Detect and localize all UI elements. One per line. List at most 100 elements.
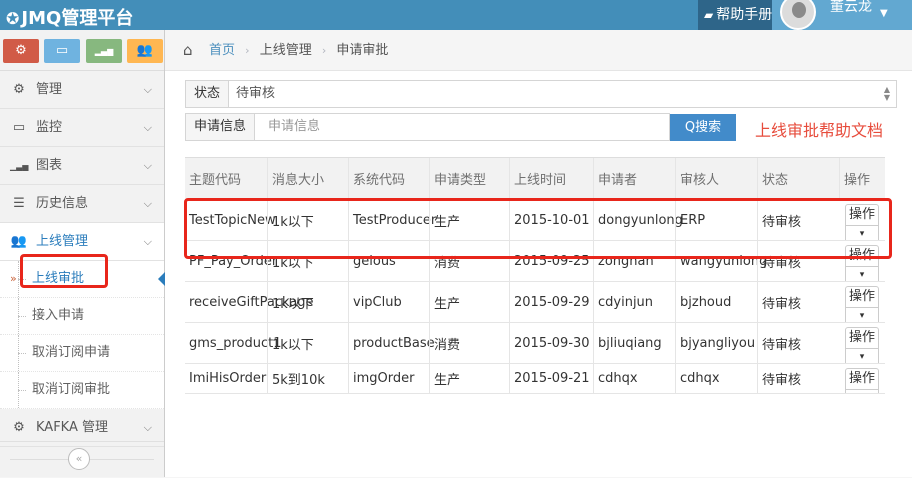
operation-dropdown-button[interactable]: 操作▾ [845, 286, 879, 322]
table-cell: bjliuqiang [593, 323, 675, 363]
sidebar-item-charts[interactable]: ▁▃▅ 图表 ⌵ [0, 147, 164, 185]
sidebar-shortcuts: ⚙ ▭ ▂▄▆ 👥 [0, 30, 164, 71]
table-cell: 2015-09-30 [509, 323, 593, 363]
sidebar-subitem-unsubscribe-approval[interactable]: 取消订阅审批 [0, 372, 164, 409]
sidebar-item-manage[interactable]: ⚙ 管理 ⌵ [0, 71, 164, 109]
table-cell: cdhqx [593, 364, 675, 393]
breadcrumb-level1[interactable]: 上线管理 [260, 43, 312, 58]
table-cell: 1k以下 [267, 282, 348, 322]
operation-label[interactable]: 操作 [846, 328, 878, 349]
caret-down-icon[interactable]: ▾ [846, 267, 878, 281]
sidebar-item-monitor[interactable]: ▭ 监控 ⌵ [0, 109, 164, 147]
chart-shortcut-button[interactable]: ▂▄▆ [86, 39, 122, 63]
table-cell: 1k以下 [267, 323, 348, 363]
table-row[interactable]: receiveGiftPackage 1k以下 vipClub 生产 2015-09-2… [185, 282, 885, 323]
chevron-down-icon: ⌵ [143, 197, 152, 210]
operation-label[interactable]: 操作 [846, 287, 878, 308]
operation-dropdown-button[interactable]: 操作▾ [845, 204, 879, 240]
users-shortcut-button[interactable]: 👥 [127, 39, 163, 63]
table-cell: 1k以下 [267, 241, 348, 281]
home-icon[interactable]: ⌂ [183, 30, 193, 71]
table-cell: 待审核 [757, 323, 839, 363]
column-header[interactable]: 消息大小 [267, 158, 348, 199]
breadcrumb: ⌂ 首页 › 上线管理 › 申请审批 [165, 30, 912, 71]
sidebar-item-label: 上线管理 [36, 234, 89, 249]
caret-down-icon[interactable]: ▾ [846, 226, 878, 240]
breadcrumb-current: 申请审批 [336, 43, 389, 58]
status-select[interactable]: 状态 待审核 ▲ ▼ [185, 80, 897, 108]
table-cell: dongyunlong [593, 200, 683, 240]
settings-shortcut-button[interactable]: ⚙ [3, 39, 39, 63]
sidebar-subitem-unsubscribe-request[interactable]: 取消订阅申请 [0, 335, 164, 372]
sidebar-item-online-management[interactable]: 👥 上线管理 ⌵ [0, 223, 164, 261]
operation-label[interactable]: 操作 [846, 205, 878, 226]
bar-chart-icon: ▂▄▆ [94, 47, 114, 56]
sidebar-subitem-label: 取消订阅申请 [32, 345, 111, 360]
operation-dropdown-button[interactable]: 操作▾ [845, 245, 879, 281]
caret-down-icon[interactable]: ▾ [846, 349, 878, 363]
monitor-icon: ▭ [55, 43, 69, 58]
table-cell: 5k到10k [267, 364, 348, 393]
table-cell: 消费 [429, 323, 509, 363]
signal-icon: ▁▃▅ [10, 162, 29, 171]
select-arrows-icon: ▲ ▼ [883, 85, 890, 102]
caret-down-icon[interactable]: ▾ [846, 308, 878, 322]
table-row[interactable]: PF_Pay_Order 1k以下 geious 消费 2015-09-25 zongna… [185, 241, 885, 282]
user-name: 董云龙 [830, 0, 872, 15]
table-cell: ERP [675, 200, 757, 240]
sidebar-item-history[interactable]: ☰ 历史信息 ⌵ [0, 185, 164, 223]
column-header[interactable]: 审核人 [675, 158, 757, 199]
table-header-row: 主题代码 消息大小 系统代码 申请类型 上线时间 申请者 审核人 状态 操作 [185, 157, 885, 200]
table-cell: TestTopicNew [189, 212, 276, 228]
monitor-shortcut-button[interactable]: ▭ [44, 39, 80, 63]
chevron-down-icon: ▼ [880, 8, 888, 19]
column-header[interactable]: 上线时间 [509, 158, 593, 199]
operation-label[interactable]: 操作 [846, 246, 878, 267]
operation-dropdown-button[interactable]: 操作▾ [845, 368, 879, 393]
table-cell: 待审核 [757, 282, 839, 322]
sidebar-item-label: 管理 [36, 82, 63, 97]
search-button[interactable]: Q搜索 [670, 114, 736, 141]
sidebar-item-label: KAFKA 管理 [36, 420, 108, 435]
table-cell: 待审核 [757, 200, 839, 240]
table-cell: PF_Pay_Order [189, 253, 278, 269]
operation-dropdown-button[interactable]: 操作▾ [845, 327, 879, 363]
user-menu[interactable]: 董云龙 ▼ [772, 0, 912, 30]
sidebar-subitem-label: 接入申请 [32, 308, 85, 323]
apply-info-input[interactable]: 申请信息 [268, 114, 320, 140]
column-header[interactable]: 申请类型 [429, 158, 509, 199]
sidebar-subitem-access-request[interactable]: 接入申请 [0, 298, 164, 335]
apply-info-label: 申请信息 [186, 114, 256, 140]
table-row[interactable]: gms_product1 1k以下 productBase 消费 2015-09-30 b… [185, 323, 885, 364]
table-cell: zongnan [593, 241, 675, 281]
table-row[interactable]: ImiHisOrder 5k到10k imgOrder 生产 2015-09-21 cdh… [185, 364, 885, 394]
breadcrumb-home-link[interactable]: 首页 [209, 43, 235, 58]
table-cell: 2015-09-25 [509, 241, 593, 281]
app-brand[interactable]: ✪ JMQ管理平台 [6, 4, 133, 30]
sidebar-item-label: 监控 [36, 120, 63, 135]
table-cell: gms_product1 [189, 335, 282, 351]
column-header[interactable]: 主题代码 [185, 158, 267, 199]
avatar [780, 0, 816, 30]
table-cell: ImiHisOrder [189, 371, 267, 386]
sidebar-subitem-label: 上线审批 [32, 271, 85, 286]
column-header[interactable]: 申请者 [593, 158, 675, 199]
apply-info-field[interactable]: 申请信息 申请信息 [185, 113, 670, 141]
table-body: TestTopicNew 1k以下 TestProducer 生产 2015-10-01… [185, 200, 885, 394]
caret-down-icon[interactable]: ▾ [846, 390, 878, 393]
table-row[interactable]: TestTopicNew 1k以下 TestProducer 生产 2015-10-01… [185, 200, 885, 241]
breadcrumb-separator-icon: › [245, 44, 250, 57]
collapse-sidebar-button[interactable]: « [68, 448, 90, 470]
table-cell: productBase [348, 323, 435, 363]
breadcrumb-separator-icon: › [321, 44, 327, 57]
double-chevron-left-icon: « [75, 452, 83, 465]
desktop-icon: ▭ [12, 120, 26, 135]
help-doc-link[interactable]: 上线审批帮助文档 [755, 117, 883, 141]
help-manual-button[interactable]: ▰ 帮助手册 [698, 0, 779, 30]
table-cell: 1k以下 [267, 200, 348, 240]
column-header[interactable]: 状态 [757, 158, 839, 199]
operation-label[interactable]: 操作 [846, 369, 878, 390]
column-header[interactable]: 系统代码 [348, 158, 429, 199]
app-title: JMQ管理平台 [21, 8, 134, 29]
sidebar-subitem-online-approval[interactable]: » 上线审批 [0, 261, 166, 298]
